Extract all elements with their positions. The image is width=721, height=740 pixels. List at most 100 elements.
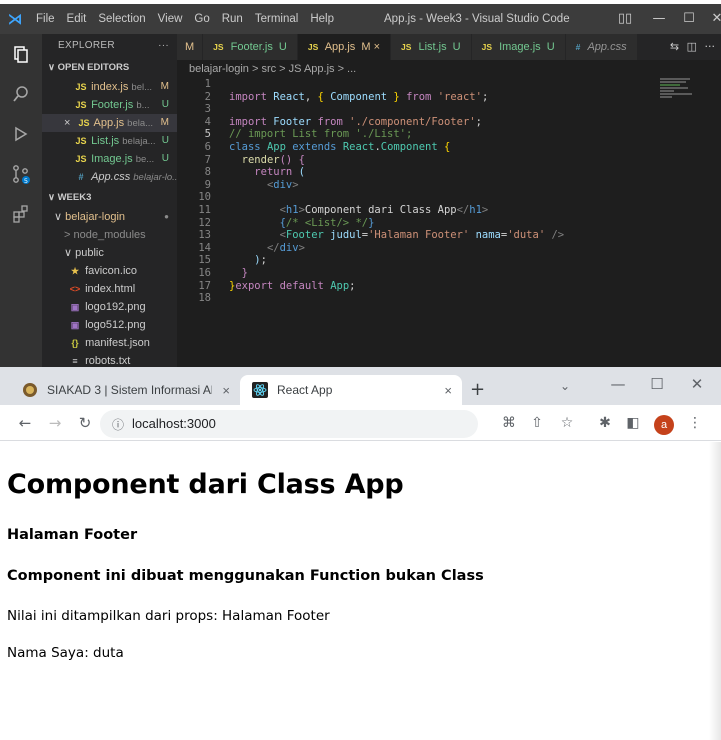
tree-folder[interactable]: ∨ belajar-login ● [42,208,177,226]
minimize-button[interactable]: — [642,4,676,34]
close-tab-icon[interactable]: × [444,383,452,398]
line-number: 17 [198,279,211,292]
chrome-toolbar: ← → ↻ ⓘ localhost:3000 ⌘ ⇧ ☆ ✱ ◧ a ⋮ [0,405,721,441]
menu-help[interactable]: Help [304,13,340,25]
browser-tab-siakad[interactable]: SIAKAD 3 | Sistem Informasi Akad × [10,375,240,405]
favicon-star-icon: ★ [70,266,80,276]
close-tab-icon[interactable]: × [222,383,230,398]
code-line: 7 render() { [177,154,647,167]
window-title: App.js - Week3 - Visual Studio Code [384,13,570,25]
editor-tabs: M JS Footer.js U JS App.js M × JS List.j… [177,34,721,60]
tab-app-css[interactable]: # App.css [565,34,638,60]
menu-kebab-icon[interactable]: ⋮ [686,415,704,431]
split-editor-icon[interactable]: ◫ [687,40,697,53]
explorer-icon[interactable] [0,34,42,74]
tab-image-js[interactable]: JS Image.js U [471,34,566,60]
code-line: 14 </div> [177,242,647,255]
tab-status: U [546,41,555,53]
minimize-button[interactable]: — [603,375,633,393]
menu-selection[interactable]: Selection [92,13,151,25]
chevron-down-icon: ∨ [64,247,73,259]
open-editor-item[interactable]: JS index.js bel... M [42,78,177,96]
menu-edit[interactable]: Edit [61,13,93,25]
tree-file[interactable]: <> index.html [42,280,177,298]
open-editor-item[interactable]: JS Image.js be... U [42,150,177,168]
css-file-icon: # [575,42,581,52]
translate-icon[interactable]: ⌘ [500,415,518,431]
code-line: 12 {/* <List/> */} [177,217,647,230]
git-status: U [161,153,169,164]
side-panel-icon[interactable]: ◧ [624,415,642,431]
image-file-icon: ▣ [70,320,80,330]
browser-tab-react-app[interactable]: React App × [240,375,462,405]
tree-file-label: robots.txt [85,355,131,367]
back-arrow-icon[interactable]: ← [16,414,34,432]
tab-footer-js[interactable]: JS Footer.js U [203,34,298,60]
tree-file[interactable]: ▣ logo512.png [42,316,177,334]
run-debug-icon[interactable] [0,114,42,154]
tree-folder[interactable]: ∨ public [42,244,177,262]
share-icon[interactable]: ⇧ [528,415,546,431]
workspace-section[interactable]: ∨ WEEK3 [42,188,177,208]
git-status: U [161,99,169,110]
tree-file[interactable]: ▣ logo192.png [42,298,177,316]
tree-file[interactable]: ≡ robots.txt [42,352,177,367]
site-info-icon[interactable]: ⓘ [112,416,124,433]
minimap[interactable] [660,78,708,108]
tab-label: App.css [587,41,627,53]
tab-label: Footer.js [230,41,273,53]
profile-avatar[interactable]: a [654,415,674,435]
open-editor-desc: b... [136,100,150,111]
tree-file[interactable]: ★ favicon.ico [42,262,177,280]
open-editor-item[interactable]: JS Footer.js b... U [42,96,177,114]
breadcrumb[interactable]: belajar-login > src > JS App.js > ... [177,60,356,78]
tab-search-chevron-icon[interactable]: ⌄ [560,379,570,393]
open-editor-item[interactable]: # App.css belajar-lo... [42,168,177,186]
url-text: localhost:3000 [132,416,216,431]
new-tab-button[interactable]: + [470,379,485,400]
tree-file[interactable]: {} manifest.json [42,334,177,352]
modified-dot: ● [164,212,169,221]
footer-title: Halaman Footer [7,527,138,543]
menu-view[interactable]: View [152,13,189,25]
extensions-icon[interactable] [0,194,42,234]
menu-run[interactable]: Run [216,13,249,25]
code-editor[interactable]: 1 2 import React, { Component } from 'rea… [177,78,647,367]
open-editor-name: index.js [91,81,129,93]
open-editors-label: OPEN EDITORS [57,62,130,73]
vscode-logo-icon: ⋊ [7,10,23,28]
open-editors-section[interactable]: ∨ OPEN EDITORS [42,58,177,78]
open-editor-item[interactable]: JS List.js belaja... U [42,132,177,150]
close-button[interactable]: ✕ [700,4,721,34]
menu-go[interactable]: Go [188,13,215,25]
close-editor-icon[interactable]: × [64,114,74,132]
more-actions-icon[interactable]: ··· [158,34,169,58]
search-icon[interactable] [0,74,42,114]
js-file-icon: JS [481,42,493,52]
tab-app-js[interactable]: JS App.js M × [297,34,391,60]
menu-file[interactable]: File [30,13,61,25]
tab-list-js[interactable]: JS List.js U [391,34,472,60]
more-actions-icon[interactable]: ··· [705,40,716,53]
bookmark-star-icon[interactable]: ☆ [558,415,576,431]
activity-bar: 5 [0,34,42,367]
tree-folder[interactable]: > node_modules [42,226,177,244]
close-button[interactable]: ✕ [682,375,712,393]
reload-icon[interactable]: ↻ [76,414,94,432]
layout-icon[interactable]: ▯▯ [608,4,642,34]
menu-terminal[interactable]: Terminal [249,13,304,25]
compare-icon[interactable]: ⇆ [670,40,679,53]
tab-status[interactable]: M × [361,41,380,53]
source-control-icon[interactable]: 5 [0,154,42,194]
address-bar[interactable]: ⓘ localhost:3000 [100,410,478,438]
maximize-button[interactable]: ☐ [642,375,672,393]
forward-arrow-icon[interactable]: → [46,414,64,432]
extensions-puzzle-icon[interactable]: ✱ [596,415,614,431]
chevron-right-icon: > [64,229,71,241]
code-line: 16 } [177,267,647,280]
js-file-icon: JS [307,42,319,52]
tab-overflow[interactable]: M [177,34,204,60]
tab-status: U [452,41,461,53]
open-editor-item-active[interactable]: × JS App.js bela... M [42,114,177,132]
line-number: 9 [204,178,211,191]
